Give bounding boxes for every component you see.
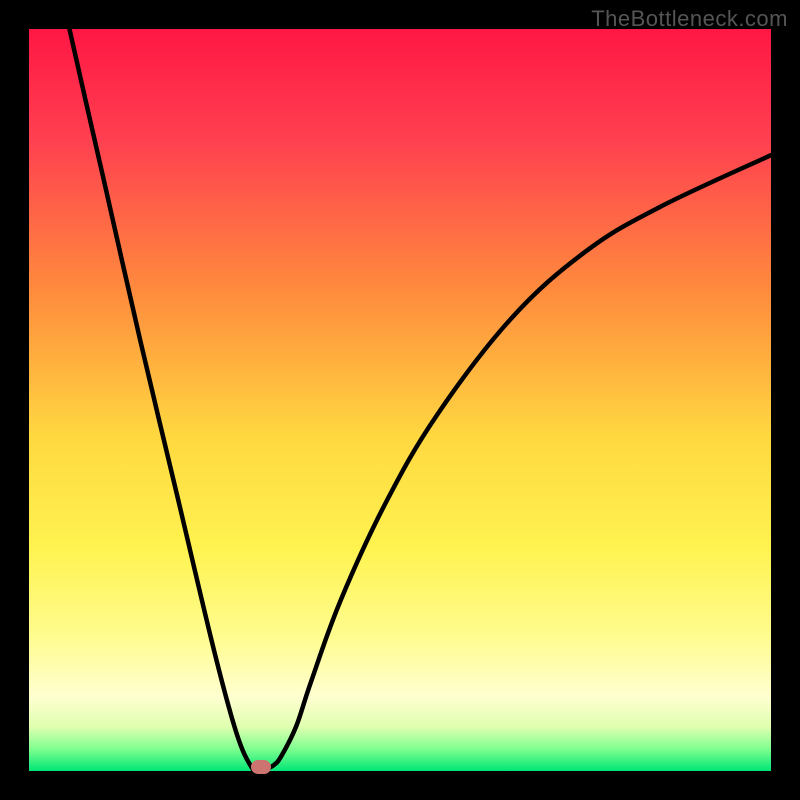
bottleneck-curve <box>29 29 771 771</box>
chart-area <box>29 29 771 771</box>
chart-container: TheBottleneck.com <box>0 0 800 800</box>
watermark-text: TheBottleneck.com <box>591 6 788 32</box>
optimal-point-marker <box>251 760 271 774</box>
